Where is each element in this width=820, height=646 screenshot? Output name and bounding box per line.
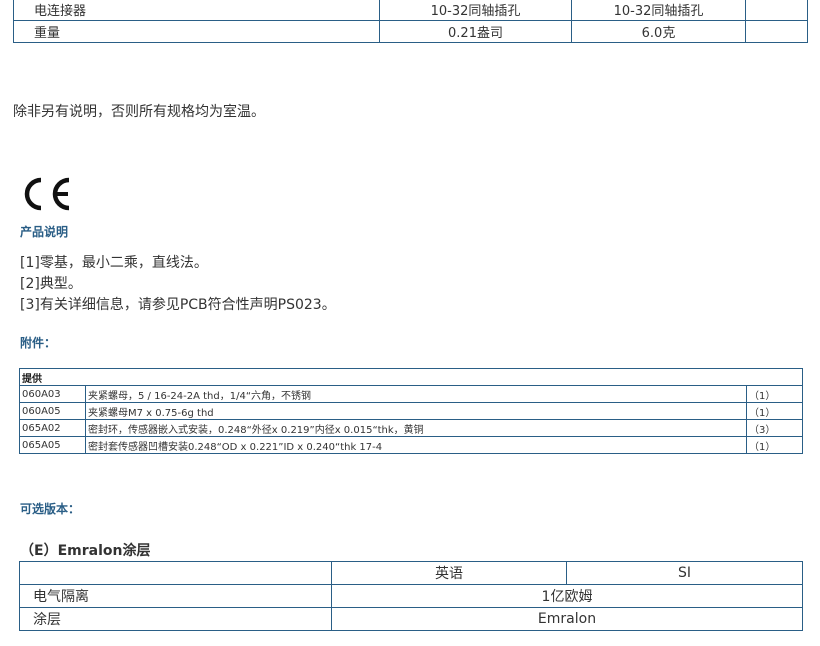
option-label: 电气隔离: [19, 584, 332, 608]
spec-value-si: 10-32同轴插孔: [571, 0, 746, 21]
table-row: 060A05 夹紧螺母M7 x 0.75-6g thd （1）: [19, 402, 804, 420]
table-header-row: 英语 SI: [19, 561, 803, 585]
spec-footnote: [745, 0, 808, 21]
accessory-quantity: （1）: [745, 402, 804, 420]
room-temperature-note: 除非另有说明，否则所有规格均为室温。: [13, 104, 265, 120]
accessory-description: 密封套传感器凹槽安装0.248“OD x 0.221”ID x 0.240“th…: [85, 436, 747, 454]
accessory-quantity: （1）: [745, 385, 804, 403]
accessory-code: 060A05: [19, 402, 86, 420]
accessories-heading: 附件：: [20, 336, 57, 350]
table-row: 电气隔离 1亿欧姆: [19, 584, 803, 608]
accessory-code: 060A03: [19, 385, 86, 403]
option-value: Emralon: [331, 607, 803, 631]
option-label: 涂层: [19, 607, 332, 631]
footnote-1: [1]零基，最小二乘，直线法。: [20, 255, 208, 271]
footnote-3: [3]有关详细信息，请参见PCB符合性声明PS023。: [20, 297, 336, 313]
table-row: 重量 0.21盎司 6.0克: [13, 20, 808, 43]
accessory-quantity: （3）: [745, 419, 804, 437]
table-header-row: 提供: [18, 368, 804, 386]
table-row: 涂层 Emralon: [19, 607, 803, 631]
accessories-table: 提供 060A03 夹紧螺母，5 / 16-24-2A thd，1/4“六角，不…: [18, 368, 804, 454]
accessory-description: 夹紧螺母，5 / 16-24-2A thd，1/4“六角，不锈钢: [85, 385, 747, 403]
product-notes-heading: 产品说明: [20, 225, 69, 239]
accessory-description: 密封环，传感器嵌入式安装，0.248“外径x 0.219”内径x 0.015“t…: [85, 419, 747, 437]
optional-versions-heading: 可选版本：: [20, 502, 81, 516]
accessory-code: 065A02: [19, 419, 86, 437]
footnote-2: [2]典型。: [20, 276, 82, 292]
spec-value-english: 0.21盎司: [379, 20, 572, 43]
ce-mark-icon: [24, 177, 70, 211]
spec-label: 重量: [13, 20, 380, 43]
accessory-quantity: （1）: [745, 436, 804, 454]
header-empty-cell: [19, 561, 332, 585]
spec-footnote: [745, 20, 808, 43]
header-si: SI: [566, 561, 803, 585]
table-row: 065A02 密封环，传感器嵌入式安装，0.248“外径x 0.219”内径x …: [19, 419, 804, 437]
header-english: 英语: [331, 561, 567, 585]
table-row: 电连接器 10-32同轴插孔 10-32同轴插孔: [13, 0, 808, 21]
table-row: 060A03 夹紧螺母，5 / 16-24-2A thd，1/4“六角，不锈钢 …: [19, 385, 804, 403]
accessory-description: 夹紧螺母M7 x 0.75-6g thd: [85, 402, 747, 420]
accessory-code: 065A05: [19, 436, 86, 454]
supplied-header: 提供: [18, 368, 804, 386]
option-value: 1亿欧姆: [331, 584, 803, 608]
spec-value-english: 10-32同轴插孔: [379, 0, 572, 21]
table-row: 065A05 密封套传感器凹槽安装0.248“OD x 0.221”ID x 0…: [19, 436, 804, 454]
spec-value-si: 6.0克: [571, 20, 746, 43]
emralon-section-title: （E）Emralon涂层: [20, 543, 151, 559]
spec-table: 电连接器 10-32同轴插孔 10-32同轴插孔 重量 0.21盎司 6.0克: [13, 0, 808, 43]
emralon-table: 英语 SI 电气隔离 1亿欧姆 涂层 Emralon: [19, 561, 803, 631]
spec-label: 电连接器: [13, 0, 380, 21]
